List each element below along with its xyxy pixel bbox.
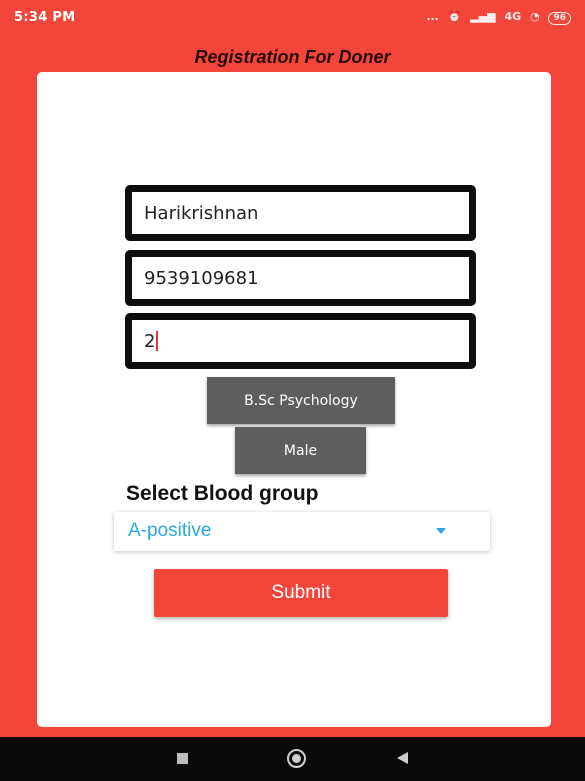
back-icon[interactable] xyxy=(397,752,408,764)
status-bar: 5:34 PM ... ⏰ ▂▄▆ 4G ◔ 96 xyxy=(0,0,585,42)
recents-icon[interactable] xyxy=(177,753,188,764)
blood-group-selected: A-positive xyxy=(128,520,212,541)
age-field-value: 2 xyxy=(144,330,156,352)
page-title: Registration For Doner xyxy=(194,47,391,67)
wifi-icon: ◔ xyxy=(530,10,540,23)
submit-button[interactable]: Submit xyxy=(154,569,448,617)
name-field[interactable]: Harikrishnan xyxy=(125,185,476,241)
gender-button[interactable]: Male xyxy=(235,427,366,474)
phone-field[interactable]: 9539109681 xyxy=(125,250,476,306)
course-button[interactable]: B.Sc Psychology xyxy=(207,377,395,424)
notification-dots: ... xyxy=(426,10,439,23)
status-icons: ... ⏰ ▂▄▆ 4G ◔ 96 xyxy=(421,10,571,25)
blood-group-label: Select Blood group xyxy=(126,482,319,505)
name-field-value: Harikrishnan xyxy=(144,202,259,224)
chevron-down-icon xyxy=(436,528,446,534)
navigation-bar xyxy=(0,737,585,781)
text-cursor xyxy=(156,331,159,351)
home-icon[interactable] xyxy=(287,749,306,768)
alarm-icon: ⏰ xyxy=(447,10,462,23)
age-field[interactable]: 2 xyxy=(125,313,476,369)
battery-icon: 96 xyxy=(548,12,571,25)
blood-group-dropdown[interactable]: A-positive xyxy=(114,512,490,551)
signal-icon: ▂▄▆ xyxy=(470,10,496,23)
network-type: 4G xyxy=(504,10,522,23)
status-time: 5:34 PM xyxy=(14,10,76,25)
phone-field-value: 9539109681 xyxy=(144,267,259,289)
